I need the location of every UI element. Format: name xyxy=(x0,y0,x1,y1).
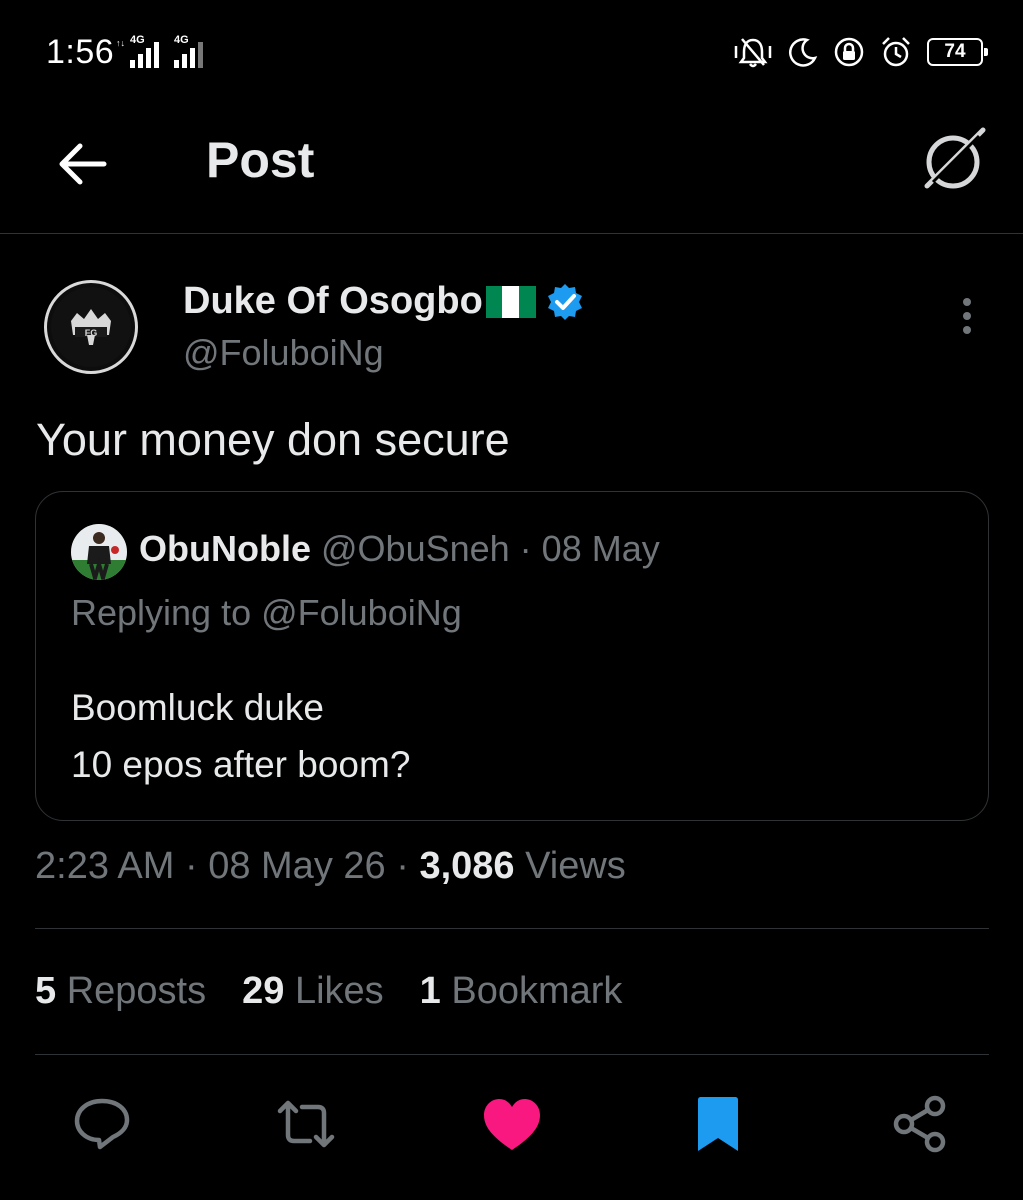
likes-label: Likes xyxy=(294,970,384,1012)
quote-author-handle: @ObuSneh xyxy=(321,528,510,569)
lock-icon xyxy=(834,37,864,67)
repost-button[interactable] xyxy=(274,1092,338,1156)
separator: · xyxy=(385,845,420,887)
battery-level: 74 xyxy=(944,41,966,62)
likes-count: 29 xyxy=(242,970,285,1012)
quote-avatar xyxy=(71,524,127,580)
reposts-stat[interactable]: 5 Reposts xyxy=(35,970,206,1013)
dot xyxy=(963,326,971,334)
svg-text:↑↓: ↑↓ xyxy=(116,38,125,48)
quote-date: 08 May xyxy=(541,528,660,569)
top-nav: Post xyxy=(0,104,1023,234)
signal-icon: 4G ↑↓ xyxy=(116,34,168,75)
quote-text: Boomluck duke 10 epos after boom? xyxy=(71,679,410,793)
bookmarks-count: 1 xyxy=(419,970,441,1012)
post-date: 08 May 26 xyxy=(208,845,386,887)
post-text: Your money don secure xyxy=(36,414,510,465)
verified-badge-icon xyxy=(547,283,582,320)
bookmarks-label: Bookmark xyxy=(451,970,623,1012)
bookmarks-stat[interactable]: 1 Bookmark xyxy=(420,970,623,1013)
reply-icon xyxy=(74,1098,130,1150)
action-bar xyxy=(0,1092,1023,1162)
quote-author-name: ObuNoble xyxy=(139,528,311,569)
status-icons: 74 xyxy=(733,34,988,70)
reply-button[interactable] xyxy=(70,1092,134,1156)
crown-logo-icon: FG xyxy=(51,287,131,367)
share-button[interactable] xyxy=(888,1092,952,1156)
vibrate-icon xyxy=(734,38,772,68)
separator: · xyxy=(174,845,209,887)
status-bar: 1:56 4G ↑↓ 4G 74 xyxy=(0,0,1023,104)
do-not-disturb-moon-icon xyxy=(789,38,818,67)
views-count: 3,086 xyxy=(419,845,515,887)
author-avatar[interactable]: FG xyxy=(44,280,138,374)
nigeria-flag-icon xyxy=(485,285,536,318)
likes-stat[interactable]: 29 Likes xyxy=(242,970,384,1013)
share-icon xyxy=(893,1095,946,1153)
dot xyxy=(963,298,971,306)
grok-button[interactable] xyxy=(919,124,989,194)
author-handle[interactable]: @FoluboiNg xyxy=(183,332,384,374)
page-title: Post xyxy=(206,132,315,188)
bookmark-filled-icon xyxy=(698,1097,738,1151)
quote-replying-to: Replying to @FoluboiNg xyxy=(71,592,462,633)
status-time: 1:56 xyxy=(46,33,115,71)
divider xyxy=(35,1054,989,1055)
quoted-post[interactable]: ObuNoble @ObuSneh · 08 May Replying to @… xyxy=(35,491,989,821)
repost-icon xyxy=(277,1100,335,1148)
bookmark-button[interactable] xyxy=(686,1092,750,1156)
profile-photo-icon xyxy=(71,524,127,580)
grok-icon xyxy=(924,127,986,189)
post-time: 2:23 AM xyxy=(35,845,175,887)
alarm-icon xyxy=(882,37,910,67)
quote-text-line: 10 epos after boom? xyxy=(71,744,411,785)
more-options-button[interactable] xyxy=(955,292,979,340)
quote-text-line: Boomluck duke xyxy=(71,687,324,728)
quote-header: ObuNoble @ObuSneh · 08 May xyxy=(139,528,660,570)
views-label: Views xyxy=(525,845,626,887)
separator: · xyxy=(509,528,542,569)
arrow-left-icon xyxy=(59,143,107,185)
author-name-text: Duke Of Osogbo xyxy=(183,280,483,322)
like-button[interactable] xyxy=(480,1092,544,1156)
divider xyxy=(35,928,989,929)
battery-icon: 74 xyxy=(927,38,988,66)
reposts-label: Reposts xyxy=(66,970,207,1012)
back-button[interactable] xyxy=(50,132,114,196)
engagement-stats: 5 Reposts 29 Likes 1 Bookmark xyxy=(35,970,622,1013)
dot xyxy=(963,312,971,320)
author-name[interactable]: Duke Of Osogbo xyxy=(183,280,585,323)
post-meta: 2:23 AM · 08 May 26 · 3,086 Views xyxy=(35,845,626,888)
reposts-count: 5 xyxy=(35,970,57,1012)
heart-filled-icon xyxy=(484,1099,540,1150)
signal-icon-2: 4G xyxy=(170,34,214,75)
